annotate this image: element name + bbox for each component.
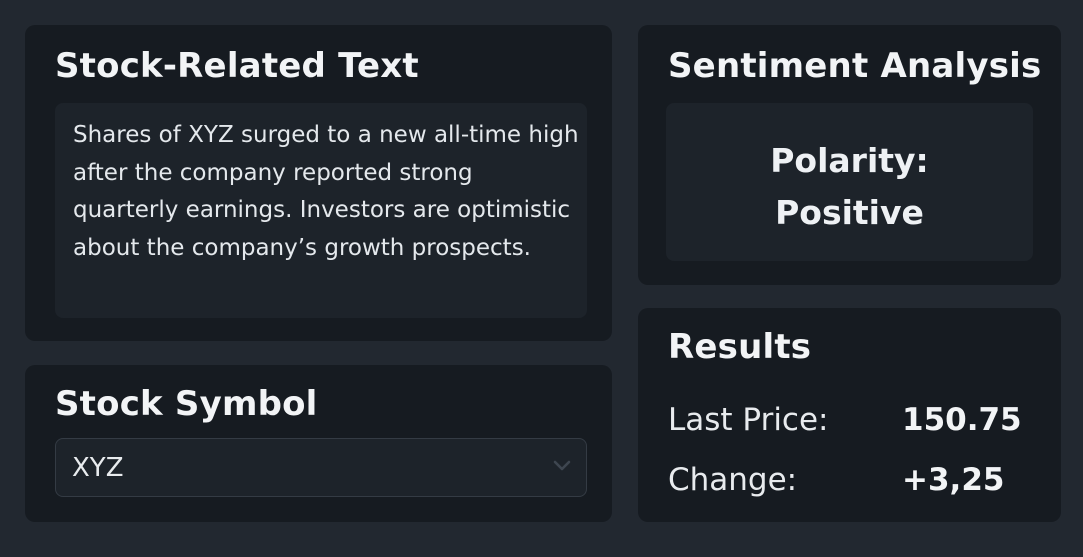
- sentiment-analysis-card: Sentiment Analysis Polarity: Positive: [638, 25, 1061, 285]
- results-card: Results Last Price: 150.75 Change: +3,25: [638, 308, 1061, 522]
- sentiment-result-box: Polarity: Positive: [666, 103, 1033, 261]
- change-label: Change:: [668, 462, 798, 498]
- stock-text-title: Stock-Related Text: [55, 46, 419, 86]
- change-value: +3,25: [902, 462, 1005, 498]
- last-price-row: Last Price: 150.75: [668, 402, 1028, 442]
- polarity-value: Positive: [775, 193, 924, 232]
- stock-text-body: Shares of XYZ surged to a new all-time h…: [73, 122, 579, 261]
- chevron-down-icon: [553, 460, 571, 471]
- stock-symbol-select[interactable]: XYZ: [55, 438, 587, 497]
- stock-text-box: Shares of XYZ surged to a new all-time h…: [55, 103, 587, 318]
- stock-symbol-selected-value: XYZ: [72, 453, 124, 483]
- last-price-label: Last Price:: [668, 402, 829, 438]
- last-price-value: 150.75: [902, 402, 1022, 438]
- results-title: Results: [668, 327, 812, 367]
- sentiment-analysis-title: Sentiment Analysis: [668, 46, 1042, 86]
- polarity-display: Polarity: Positive: [666, 135, 1033, 239]
- stock-symbol-title: Stock Symbol: [55, 384, 318, 424]
- stock-symbol-card: Stock Symbol XYZ: [25, 365, 612, 522]
- polarity-label: Polarity:: [770, 141, 929, 180]
- change-row: Change: +3,25: [668, 462, 1028, 502]
- stock-text-card: Stock-Related Text Shares of XYZ surged …: [25, 25, 612, 341]
